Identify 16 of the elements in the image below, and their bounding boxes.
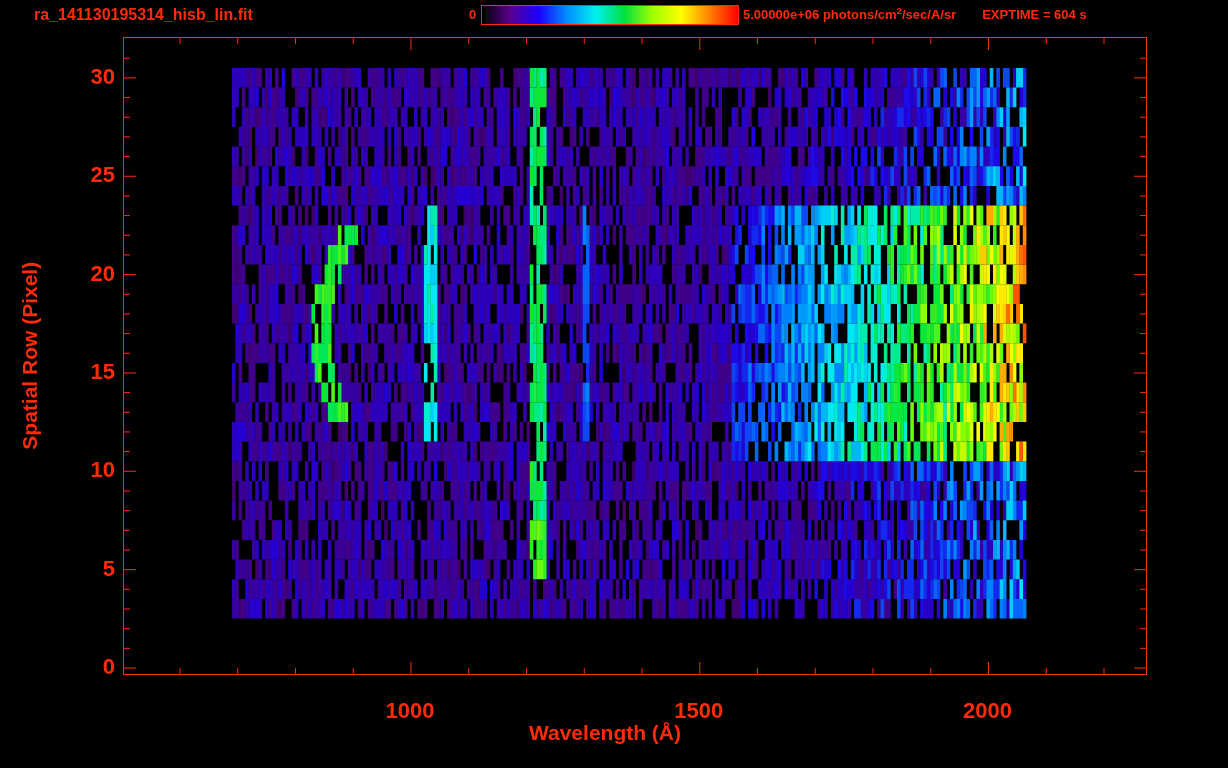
colorbar-max-label: 5.00000e+06 photons/cm$^{2}$/sec/A/sr [743, 5, 957, 24]
exposure-time: EXPTIME = 604 s [982, 6, 1087, 24]
y-tick-label: 5 [102, 556, 115, 581]
colorbar-min-label: 0 [469, 6, 478, 24]
y-tick-label: 10 [90, 458, 115, 483]
y-tick-label: 15 [90, 359, 115, 384]
y-tick-label: 0 [102, 655, 115, 679]
y-tick-label: 20 [90, 261, 115, 286]
y-tick-label: 25 [90, 163, 115, 188]
x-axis-title: Wavelength (Å) [528, 720, 682, 746]
y-tick-label: 30 [90, 64, 115, 89]
x-tick-label: 2000 [962, 699, 1013, 723]
x-tick-label: 1000 [384, 699, 436, 723]
x-tick-label: 1500 [674, 699, 725, 723]
file-name: ra_141130195314_hisb_lin.fit [34, 5, 254, 25]
y-axis-title: Spatial Row (Pixel) [17, 262, 43, 450]
